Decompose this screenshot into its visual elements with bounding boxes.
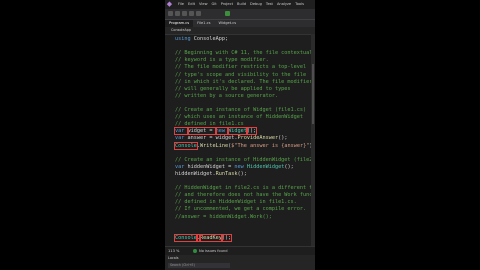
code-line[interactable]: // Beginning with C# 11, the file contex… — [175, 50, 312, 57]
toolbar — [165, 9, 315, 20]
code-token: ReadKey — [199, 233, 223, 242]
code-token: hiddenWidget. — [175, 170, 216, 177]
code-line[interactable]: Console.WriteLine($"The answer is {answe… — [174, 141, 315, 150]
code-token: Console — [174, 233, 198, 242]
code-line[interactable]: // Create an instance of HiddenWidget (f… — [175, 157, 315, 164]
search-input[interactable]: Search (Ctrl+E) — [168, 263, 230, 268]
scrollbar-thumb[interactable] — [312, 64, 314, 124]
code-token: Console — [174, 141, 198, 150]
code-token: // If uncommented, we get a compile erro… — [175, 206, 307, 213]
document-tabs: Program.cs File1.cs Widget.cs — [165, 20, 315, 27]
code-token: // written by a source generator. — [175, 92, 279, 99]
code-token: (); — [284, 163, 294, 170]
code-token: RunTask — [215, 170, 238, 177]
menu-edit[interactable]: Edit — [188, 0, 195, 9]
code-token: // Beginning with C# 11, the file contex… — [175, 50, 313, 57]
code-token: (); — [237, 170, 247, 177]
code-token: hiddenWidget = — [187, 163, 235, 170]
code-token: // Create an instance of HiddenWidget (f… — [175, 156, 315, 163]
forward-icon[interactable] — [175, 11, 180, 16]
code-token: var — [175, 135, 188, 142]
code-token: // HiddenWidget in file2.cs is a differe… — [175, 185, 315, 192]
code-line[interactable]: // and therefore does not have the Work … — [175, 192, 315, 199]
menu-bar: ◆ File Edit View Git Project Build Debug… — [165, 0, 315, 9]
code-token: using — [175, 36, 194, 42]
menu-analyze[interactable]: Analyze — [277, 0, 291, 9]
code-token: new — [214, 127, 230, 136]
code-token: widget = — [186, 127, 217, 136]
code-token: // keyword is a type modifier. — [175, 57, 269, 64]
code-token: // defined in file1.cs — [175, 121, 244, 128]
code-token: (); — [278, 135, 288, 142]
code-token: Widget — [227, 127, 248, 136]
code-line[interactable]: var hiddenWidget = new HiddenWidget(); — [175, 164, 294, 171]
code-token: // which uses an instance of HiddenWidge… — [175, 114, 304, 121]
menu-git[interactable]: Git — [212, 0, 217, 9]
code-token: $"The answer is {answer}" — [231, 142, 310, 149]
code-line[interactable]: // written by a source generator. — [175, 93, 278, 100]
code-line[interactable]: // If uncommented, we get a compile erro… — [175, 206, 306, 213]
visual-studio-window: ◆ File Edit View Git Project Build Debug… — [165, 0, 315, 270]
code-line[interactable]: using ConsoleApp; — [175, 36, 228, 43]
code-line[interactable]: // type's scope and visibility to the fi… — [175, 72, 306, 79]
menu-debug[interactable]: Debug — [250, 0, 262, 9]
code-token: // and therefore does not have the Work … — [175, 192, 315, 199]
code-line[interactable]: // HiddenWidget in file2.cs is a differe… — [175, 185, 315, 192]
code-token: // type's scope and visibility to the fi… — [175, 71, 307, 78]
code-token: // The file modifier restricts a top-lev… — [175, 64, 307, 71]
code-token: // in which it's declared. The file modi… — [175, 78, 313, 85]
vertical-scrollbar[interactable] — [311, 34, 315, 246]
no-issues-icon — [193, 249, 197, 253]
code-line[interactable]: // will generally be applied to types — [175, 86, 291, 93]
code-editor[interactable]: using ConsoleApp; // Beginning with C# 11… — [165, 34, 315, 246]
code-token: // Create an instance of Widget (file1.c… — [175, 107, 307, 113]
code-token: //answer = hiddenWidget.Work(); — [175, 213, 272, 220]
code-token: new — [234, 163, 247, 170]
code-line[interactable]: var widget = new Widget(); — [174, 127, 258, 136]
save-icon[interactable] — [182, 11, 187, 16]
code-line[interactable]: Console.ReadKey(); — [174, 233, 233, 242]
tab-widget[interactable]: Widget.cs — [214, 20, 240, 27]
code-line[interactable]: // which uses an instance of HiddenWidge… — [175, 114, 303, 121]
run-icon[interactable] — [225, 11, 230, 16]
code-token: (); — [220, 233, 233, 242]
locals-panel: Locals Search (Ctrl+E) — [165, 255, 315, 270]
code-token: // will generally be applied to types — [175, 85, 291, 92]
tab-program[interactable]: Program.cs — [165, 20, 194, 27]
tab-file1[interactable]: File1.cs — [193, 20, 214, 27]
menu-tools[interactable]: Tools — [295, 0, 304, 9]
redo-icon[interactable] — [196, 11, 201, 16]
undo-icon[interactable] — [189, 11, 194, 16]
code-token: answer = widget. — [187, 135, 238, 142]
code-line[interactable]: hiddenWidget.RunTask(); — [175, 171, 247, 178]
panel-title: Locals — [168, 256, 179, 260]
menu-test[interactable]: Test — [266, 0, 273, 9]
code-line[interactable]: // The file modifier restricts a top-lev… — [175, 64, 306, 71]
code-token: ConsoleApp; — [193, 36, 229, 42]
code-line[interactable]: // defined in HiddenWidget in file1.cs. — [175, 199, 297, 206]
code-token: // defined in HiddenWidget in file1.cs. — [175, 199, 297, 206]
code-line[interactable]: //answer = hiddenWidget.Work(); — [175, 214, 272, 221]
code-line[interactable]: // in which it's declared. The file modi… — [175, 79, 312, 86]
code-token: (); — [245, 127, 258, 136]
code-token: WriteLine — [200, 142, 229, 149]
menu-build[interactable]: Build — [237, 0, 246, 9]
code-token: var — [174, 127, 189, 136]
back-icon[interactable] — [168, 11, 173, 16]
code-token: var — [175, 163, 188, 170]
menu-view[interactable]: View — [199, 0, 208, 9]
menu-project[interactable]: Project — [221, 0, 233, 9]
project-dropdown[interactable]: ConsoleApp — [171, 27, 191, 34]
code-token: HiddenWidget — [246, 163, 285, 170]
visual-studio-logo-icon: ◆ — [166, 0, 173, 8]
menu-file[interactable]: File — [178, 0, 184, 9]
code-token: ProvideAnswer — [237, 135, 279, 142]
code-line[interactable]: var answer = widget.ProvideAnswer(); — [175, 135, 287, 142]
code-line[interactable]: // keyword is a type modifier. — [175, 57, 269, 64]
code-line[interactable]: // Create an instance of Widget (file1.c… — [175, 107, 306, 114]
